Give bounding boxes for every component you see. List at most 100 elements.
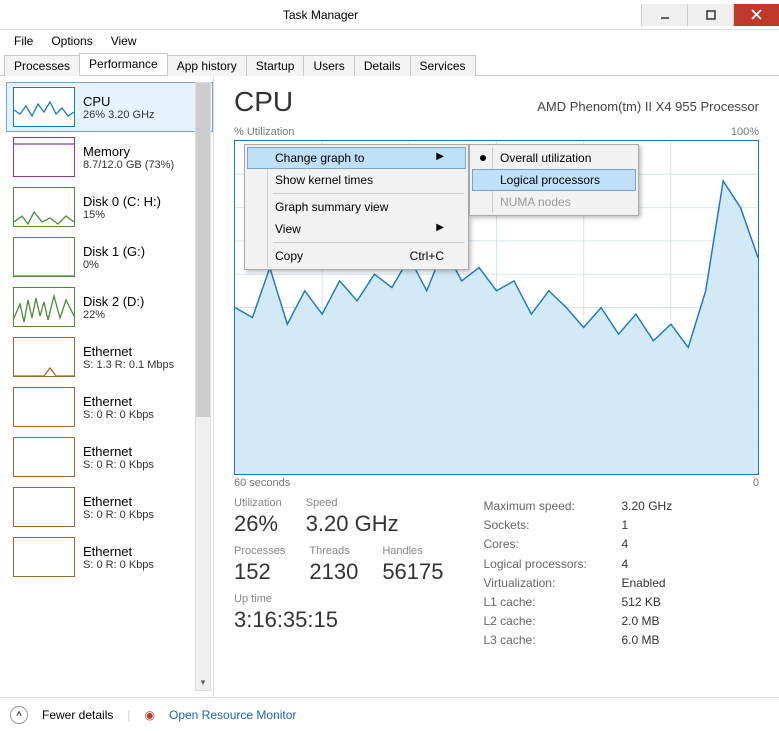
y-axis-label: % Utilization xyxy=(234,126,295,138)
fewer-details-link[interactable]: Fewer details xyxy=(42,708,113,722)
sub-overall-utilization[interactable]: Overall utilization xyxy=(472,147,636,169)
context-menu[interactable]: Change graph to▶ Show kernel times Graph… xyxy=(244,144,469,270)
x-axis-left: 60 seconds xyxy=(234,477,290,489)
sidebar-item-disk-2-d-[interactable]: Disk 2 (D:) 22% xyxy=(6,282,213,332)
sidebar-item-label: Ethernet xyxy=(83,494,154,509)
sparkline-thumb xyxy=(13,487,75,527)
menubar: File Options View xyxy=(0,30,779,52)
sparkline-thumb xyxy=(13,437,75,477)
tab-processes[interactable]: Processes xyxy=(4,55,80,76)
l1-value: 512 KB xyxy=(622,593,661,612)
sidebar-scrollbar[interactable]: ▲ ▼ xyxy=(195,82,211,691)
max-speed-label: Maximum speed: xyxy=(484,497,614,516)
sidebar-item-ethernet[interactable]: Ethernet S: 0 R: 0 Kbps xyxy=(6,382,213,432)
uptime-label: Up time xyxy=(234,593,444,605)
sidebar-item-disk-1-g-[interactable]: Disk 1 (G:) 0% xyxy=(6,232,213,282)
l3-label: L3 cache: xyxy=(484,631,614,650)
menu-file[interactable]: File xyxy=(6,32,41,50)
sparkline-thumb xyxy=(13,537,75,577)
page-title: CPU xyxy=(234,86,293,118)
tab-services[interactable]: Services xyxy=(410,55,476,76)
threads-value: 2130 xyxy=(309,559,358,585)
ctx-summary-view[interactable]: Graph summary view xyxy=(247,196,466,218)
footer: ˄ Fewer details | ◉ Open Resource Monito… xyxy=(0,697,779,731)
l2-value: 2.0 MB xyxy=(622,612,660,631)
sub-logical-processors[interactable]: Logical processors xyxy=(472,169,636,191)
sidebar-item-label: Disk 2 (D:) xyxy=(83,294,144,309)
utilization-value: 26% xyxy=(234,511,282,537)
minimize-button[interactable] xyxy=(641,4,687,26)
tab-users[interactable]: Users xyxy=(303,55,354,76)
sidebar-item-label: Disk 1 (G:) xyxy=(83,244,145,259)
sidebar-item-label: CPU xyxy=(83,94,155,109)
handles-label: Handles xyxy=(382,545,443,557)
sockets-label: Sockets: xyxy=(484,516,614,535)
tab-details[interactable]: Details xyxy=(354,55,411,76)
sparkline-thumb xyxy=(13,337,75,377)
l2-label: L2 cache: xyxy=(484,612,614,631)
ctx-kernel-times[interactable]: Show kernel times xyxy=(247,169,466,191)
tab-app-history[interactable]: App history xyxy=(167,55,247,76)
tab-startup[interactable]: Startup xyxy=(246,55,305,76)
open-resource-monitor-link[interactable]: Open Resource Monitor xyxy=(169,708,296,722)
window-title: Task Manager xyxy=(0,8,641,22)
logical-label: Logical processors: xyxy=(484,555,614,574)
sidebar-item-ethernet[interactable]: Ethernet S: 0 R: 0 Kbps xyxy=(6,532,213,582)
ctx-change-graph[interactable]: Change graph to▶ xyxy=(247,147,466,169)
virt-label: Virtualization: xyxy=(484,574,614,593)
context-submenu[interactable]: Overall utilization Logical processors N… xyxy=(469,144,639,216)
sidebar-item-ethernet[interactable]: Ethernet S: 1.3 R: 0.1 Mbps xyxy=(6,332,213,382)
scrollbar-thumb[interactable] xyxy=(196,83,210,417)
sidebar-item-sub: S: 0 R: 0 Kbps xyxy=(83,459,154,471)
sidebar-item-ethernet[interactable]: Ethernet S: 0 R: 0 Kbps xyxy=(6,432,213,482)
tab-strip: Processes Performance App history Startu… xyxy=(0,52,779,76)
scroll-down-icon[interactable]: ▼ xyxy=(196,674,210,690)
sidebar-item-label: Memory xyxy=(83,144,174,159)
sidebar-item-ethernet[interactable]: Ethernet S: 0 R: 0 Kbps xyxy=(6,482,213,532)
radio-selected-icon xyxy=(480,155,486,161)
sparkline-thumb xyxy=(13,87,75,127)
ctx-view[interactable]: View▶ xyxy=(247,218,466,240)
sidebar-item-sub: 0% xyxy=(83,259,145,271)
sidebar-item-label: Disk 0 (C: H:) xyxy=(83,194,161,209)
x-axis-right: 0 xyxy=(753,477,759,489)
sparkline-thumb xyxy=(13,387,75,427)
close-button[interactable] xyxy=(733,4,779,26)
speed-label: Speed xyxy=(306,497,399,509)
titlebar: Task Manager xyxy=(0,0,779,30)
threads-label: Threads xyxy=(309,545,358,557)
activity-monitor-icon: ◉ xyxy=(145,708,155,722)
sidebar-item-sub: 26% 3.20 GHz xyxy=(83,109,155,121)
tab-performance[interactable]: Performance xyxy=(79,53,168,75)
maximize-button[interactable] xyxy=(687,4,733,26)
sidebar-item-sub: 8.7/12.0 GB (73%) xyxy=(83,159,174,171)
main-panel: CPU AMD Phenom(tm) II X4 955 Processor %… xyxy=(214,76,779,697)
max-speed-value: 3.20 GHz xyxy=(622,497,673,516)
chevron-up-icon[interactable]: ˄ xyxy=(10,706,28,724)
menu-options[interactable]: Options xyxy=(43,32,100,50)
cores-value: 4 xyxy=(622,535,629,554)
processes-label: Processes xyxy=(234,545,285,557)
handles-value: 56175 xyxy=(382,559,443,585)
sidebar-item-sub: 22% xyxy=(83,309,144,321)
sidebar-item-label: Ethernet xyxy=(83,444,154,459)
sidebar-item-disk-0-c-h-[interactable]: Disk 0 (C: H:) 15% xyxy=(6,182,213,232)
ctx-copy[interactable]: CopyCtrl+C xyxy=(247,245,466,267)
cpu-model-name: AMD Phenom(tm) II X4 955 Processor xyxy=(537,99,759,114)
sparkline-thumb xyxy=(13,237,75,277)
processes-value: 152 xyxy=(234,559,285,585)
utilization-label: Utilization xyxy=(234,497,282,509)
sidebar-item-memory[interactable]: Memory 8.7/12.0 GB (73%) xyxy=(6,132,213,182)
submenu-arrow-icon: ▶ xyxy=(436,151,444,165)
sub-numa-nodes[interactable]: NUMA nodes xyxy=(472,191,636,213)
sidebar-item-sub: S: 1.3 R: 0.1 Mbps xyxy=(83,359,174,371)
l1-label: L1 cache: xyxy=(484,593,614,612)
sparkline-thumb xyxy=(13,187,75,227)
menu-view[interactable]: View xyxy=(103,32,145,50)
logical-value: 4 xyxy=(622,555,629,574)
speed-value: 3.20 GHz xyxy=(306,511,399,537)
sidebar: CPU 26% 3.20 GHz Memory 8.7/12.0 GB (73%… xyxy=(0,76,214,697)
sidebar-item-sub: S: 0 R: 0 Kbps xyxy=(83,409,154,421)
sidebar-item-label: Ethernet xyxy=(83,544,154,559)
sidebar-item-cpu[interactable]: CPU 26% 3.20 GHz xyxy=(6,82,213,132)
